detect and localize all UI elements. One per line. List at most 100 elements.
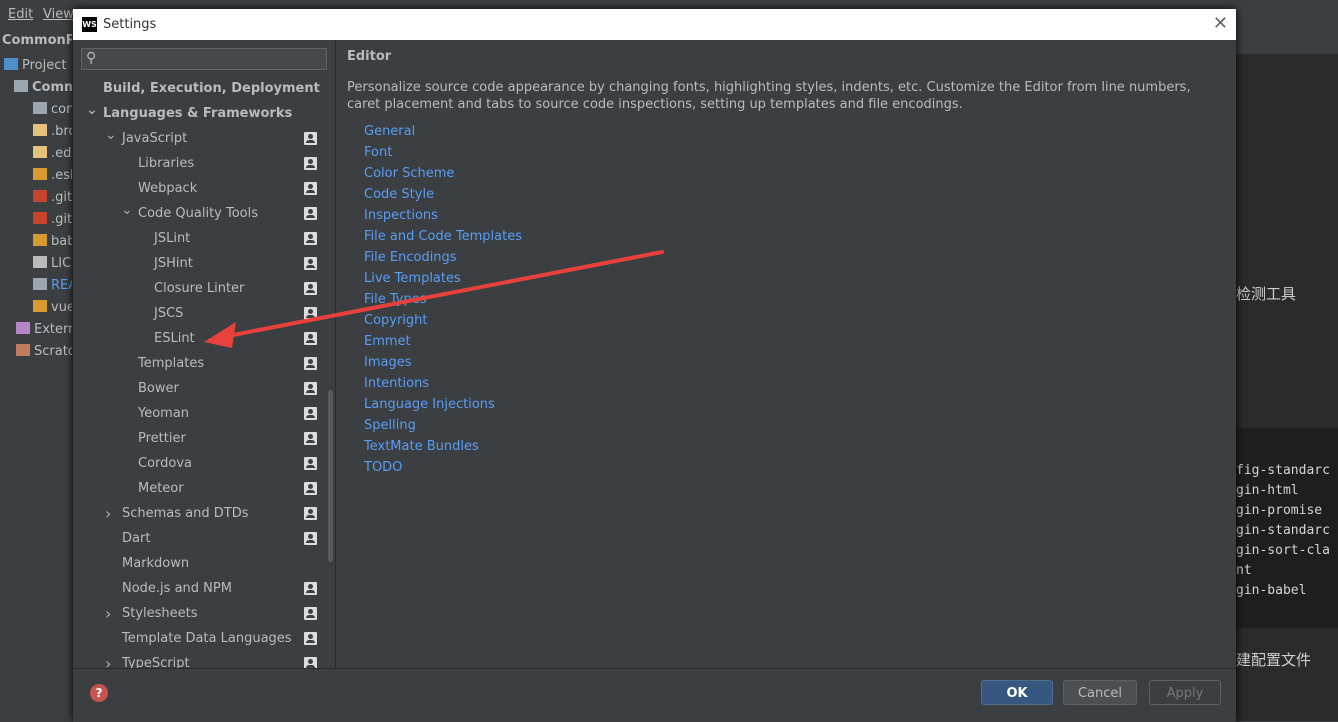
- tree-item[interactable]: Templates: [73, 351, 335, 376]
- copyright-icon: [33, 256, 47, 268]
- project-icon: [4, 58, 18, 70]
- code-line: gin-promise: [1236, 503, 1323, 518]
- tree-item-label: Templates: [138, 356, 205, 371]
- menu-edit[interactable]: Edit: [8, 7, 33, 22]
- folder-icon: [33, 102, 47, 114]
- tree-item[interactable]: › Schemas and DTDs: [73, 501, 335, 526]
- project-tree-label: con: [51, 102, 72, 117]
- tree-item-label: ESLint: [154, 331, 195, 346]
- settings-link[interactable]: Intentions: [364, 376, 429, 391]
- tree-item-label: Stylesheets: [122, 606, 198, 621]
- tree-item[interactable]: Markdown: [73, 551, 335, 576]
- tree-item[interactable]: › Stylesheets: [73, 601, 335, 626]
- project-tree-label: Scratc: [34, 344, 72, 359]
- settings-link[interactable]: Language Injections: [364, 397, 495, 412]
- settings-link[interactable]: Images: [364, 355, 412, 370]
- tree-item-label: Meteor: [138, 481, 184, 496]
- chevron-right-icon[interactable]: ›: [105, 651, 111, 668]
- settings-link[interactable]: Inspections: [364, 208, 438, 223]
- settings-link[interactable]: Emmet: [364, 334, 411, 349]
- settings-link[interactable]: Live Templates: [364, 271, 461, 286]
- tree-item-label: Template Data Languages: [122, 631, 292, 646]
- project-tree-item[interactable]: .bro: [33, 124, 72, 146]
- tree-item[interactable]: JSCS: [73, 301, 335, 326]
- tree-item[interactable]: Build, Execution, Deployment: [73, 76, 335, 101]
- cancel-button[interactable]: Cancel: [1063, 680, 1137, 705]
- tree-item[interactable]: Bower: [73, 376, 335, 401]
- project-tree-item[interactable]: .edi: [33, 146, 72, 168]
- project-level-icon: [304, 407, 317, 420]
- chevron-right-icon[interactable]: ›: [105, 501, 111, 526]
- tree-item[interactable]: JSHint: [73, 251, 335, 276]
- project-tree-item[interactable]: Comm: [14, 80, 72, 102]
- chevron-right-icon[interactable]: ›: [105, 601, 111, 626]
- project-tree-item[interactable]: bab: [33, 234, 72, 256]
- tree-item[interactable]: Webpack: [73, 176, 335, 201]
- settings-content: Editor Personalize source code appearanc…: [336, 40, 1236, 668]
- page-description: Personalize source code appearance by ch…: [347, 80, 1191, 112]
- chevron-down-icon[interactable]: ⌄: [105, 123, 117, 148]
- settings-link[interactable]: File Types: [364, 292, 427, 307]
- close-icon[interactable]: ✕: [1213, 13, 1228, 34]
- code-line: gin-standarc: [1236, 523, 1330, 538]
- project-tree-item[interactable]: vue: [33, 300, 72, 322]
- tree-item[interactable]: Cordova: [73, 451, 335, 476]
- settings-link[interactable]: TextMate Bundles: [364, 439, 479, 454]
- project-tree-item[interactable]: .giti: [33, 212, 72, 234]
- project-level-icon: [304, 282, 317, 295]
- project-tree-label: vue: [51, 300, 72, 315]
- settings-link[interactable]: Spelling: [364, 418, 416, 433]
- library-icon: [16, 322, 30, 334]
- apply-button[interactable]: Apply: [1149, 680, 1221, 705]
- tree-item[interactable]: › TypeScript: [73, 651, 335, 668]
- settings-link[interactable]: Copyright: [364, 313, 428, 328]
- tree-item[interactable]: Libraries: [73, 151, 335, 176]
- tree-item[interactable]: Closure Linter: [73, 276, 335, 301]
- tree-item[interactable]: ESLint: [73, 326, 335, 351]
- project-tab[interactable]: Project: [4, 58, 72, 80]
- settings-link[interactable]: Color Scheme: [364, 166, 454, 181]
- settings-link[interactable]: File and Code Templates: [364, 229, 522, 244]
- project-tree-item[interactable]: LICI: [33, 256, 72, 278]
- tree-item[interactable]: Prettier: [73, 426, 335, 451]
- menu-view[interactable]: View: [43, 7, 74, 22]
- tree-item[interactable]: ⌄ Code Quality Tools: [73, 201, 335, 226]
- settings-link[interactable]: File Encodings: [364, 250, 457, 265]
- project-tree-item[interactable]: Scratc: [16, 344, 72, 366]
- project-level-icon: [304, 507, 317, 520]
- chevron-down-icon[interactable]: ⌄: [121, 198, 133, 223]
- folder-icon: [14, 80, 28, 92]
- tree-item[interactable]: ⌄ JavaScript: [73, 126, 335, 151]
- tree-item[interactable]: Template Data Languages: [73, 626, 335, 651]
- ok-button[interactable]: OK: [981, 680, 1053, 705]
- webstorm-logo-icon: WS: [82, 17, 97, 32]
- project-breadcrumb[interactable]: CommonPr: [2, 33, 72, 48]
- chevron-down-icon[interactable]: ⌄: [86, 98, 98, 123]
- tree-item[interactable]: Dart: [73, 526, 335, 551]
- help-icon[interactable]: ?: [90, 684, 108, 702]
- settings-link[interactable]: Code Style: [364, 187, 434, 202]
- project-level-icon: [304, 357, 317, 370]
- settings-link[interactable]: General: [364, 124, 415, 139]
- tree-item[interactable]: Yeoman: [73, 401, 335, 426]
- project-tree-item[interactable]: Extern: [16, 322, 72, 344]
- tree-item-label: Dart: [122, 531, 151, 546]
- project-tree-item[interactable]: .gita: [33, 190, 72, 212]
- project-tree-item[interactable]: REA: [33, 278, 72, 300]
- markdown-file-icon: [33, 278, 47, 290]
- dialog-footer: ? OK Cancel Apply: [73, 668, 1236, 722]
- project-tree-label: REA: [51, 278, 72, 293]
- settings-link[interactable]: Font: [364, 145, 392, 160]
- tree-scrollbar[interactable]: [328, 390, 333, 562]
- tree-item-label: JSHint: [154, 256, 193, 271]
- dialog-titlebar[interactable]: WS Settings ✕: [73, 9, 1236, 40]
- tree-item[interactable]: Meteor: [73, 476, 335, 501]
- tree-item-label: Libraries: [138, 156, 195, 171]
- project-tree-item[interactable]: con: [33, 102, 72, 124]
- project-tree-label: .giti: [51, 212, 72, 227]
- tree-item[interactable]: JSLint: [73, 226, 335, 251]
- tree-item[interactable]: Node.js and NPM: [73, 576, 335, 601]
- project-tree-item[interactable]: .esli: [33, 168, 72, 190]
- search-input[interactable]: ⚲: [81, 48, 327, 70]
- settings-link[interactable]: TODO: [364, 460, 402, 475]
